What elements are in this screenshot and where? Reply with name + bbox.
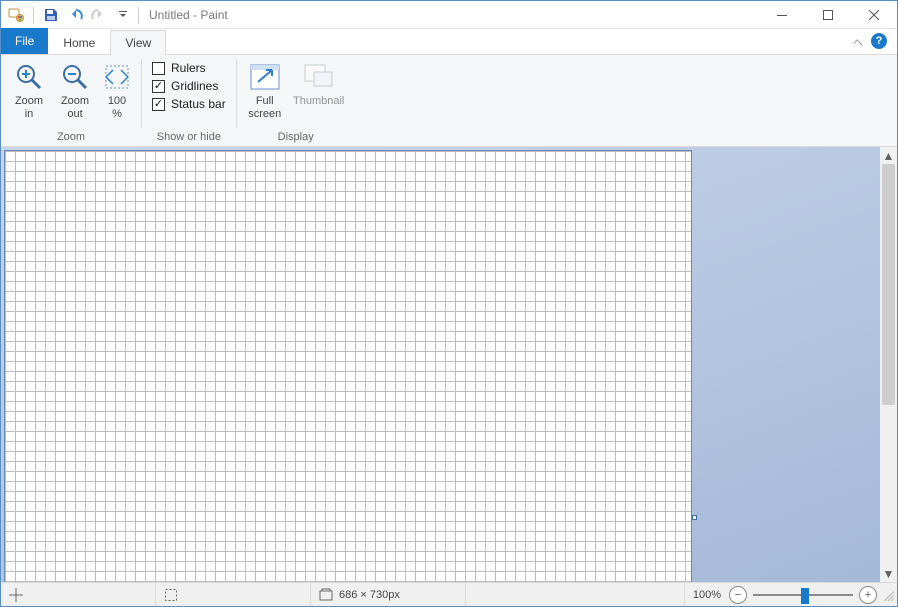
app-icon[interactable] bbox=[5, 4, 27, 26]
redo-button[interactable] bbox=[88, 4, 110, 26]
image-size-icon bbox=[319, 588, 333, 602]
close-button[interactable] bbox=[851, 1, 897, 29]
zoom-out-icon bbox=[59, 61, 91, 93]
zoom-out-status-button[interactable]: − bbox=[729, 586, 747, 604]
window-title: Untitled - Paint bbox=[149, 8, 228, 22]
maximize-button[interactable] bbox=[805, 1, 851, 29]
zoom-100-button[interactable]: 100 % bbox=[99, 59, 135, 122]
save-button[interactable] bbox=[40, 4, 62, 26]
status-selection bbox=[156, 583, 311, 606]
scroll-down-button[interactable]: ▼ bbox=[880, 565, 897, 582]
thumbnail-icon bbox=[303, 61, 335, 93]
zoom-out-label: Zoom out bbox=[61, 95, 89, 120]
scroll-up-button[interactable]: ▲ bbox=[880, 147, 897, 164]
resize-grip-icon[interactable] bbox=[881, 588, 895, 602]
zoom-slider-thumb[interactable] bbox=[801, 588, 809, 604]
scroll-thumb[interactable] bbox=[882, 164, 895, 405]
display-group: Full screen Thumbnail Display bbox=[237, 55, 355, 146]
thumbnail-button: Thumbnail bbox=[289, 59, 349, 110]
gridlines-label: Gridlines bbox=[171, 79, 218, 93]
checkbox-box: ✓ bbox=[152, 80, 165, 93]
window-controls bbox=[759, 1, 897, 29]
help-button[interactable]: ? bbox=[871, 33, 887, 49]
qat-customize-button[interactable] bbox=[112, 4, 134, 26]
full-screen-button[interactable]: Full screen bbox=[243, 59, 287, 122]
canvas[interactable] bbox=[5, 151, 691, 582]
checkbox-box: ✓ bbox=[152, 98, 165, 111]
status-size-text: 686 × 730px bbox=[339, 589, 400, 601]
canvas-viewport[interactable] bbox=[1, 147, 880, 582]
minimize-button[interactable] bbox=[759, 1, 805, 29]
zoom-in-status-button[interactable]: + bbox=[859, 586, 877, 604]
rulers-label: Rulers bbox=[171, 61, 206, 75]
gridlines-checkbox[interactable]: ✓ Gridlines bbox=[152, 79, 226, 93]
zoom-level-label: 100% bbox=[685, 589, 729, 601]
statusbar-label: Status bar bbox=[171, 97, 226, 111]
collapse-ribbon-button[interactable]: へ bbox=[853, 34, 863, 49]
status-coords bbox=[1, 583, 156, 606]
selection-size-icon bbox=[164, 588, 178, 602]
show-or-hide-group: Rulers ✓ Gridlines ✓ Status bar Show or … bbox=[142, 55, 236, 146]
status-bar: 686 × 730px 100% − + bbox=[1, 582, 897, 606]
zoom-in-label: Zoom in bbox=[15, 95, 43, 120]
vertical-scrollbar[interactable]: ▲ ▼ bbox=[880, 147, 897, 582]
zoom-100-icon bbox=[101, 61, 133, 93]
zoom-100-label: 100 % bbox=[108, 95, 126, 120]
full-screen-label: Full screen bbox=[248, 95, 281, 120]
cursor-position-icon bbox=[9, 588, 23, 602]
rulers-checkbox[interactable]: Rulers bbox=[152, 61, 226, 75]
view-tab[interactable]: View bbox=[110, 30, 166, 55]
scroll-track[interactable] bbox=[880, 164, 897, 565]
ribbon: Zoom in Zoom out 100 % Zoom bbox=[1, 55, 897, 147]
status-filesize bbox=[466, 583, 685, 606]
thumbnail-label: Thumbnail bbox=[293, 95, 344, 108]
resize-handle-right[interactable] bbox=[692, 515, 697, 520]
show-or-hide-group-label: Show or hide bbox=[157, 128, 221, 146]
checkbox-box bbox=[152, 62, 165, 75]
title-bar: Untitled - Paint bbox=[1, 1, 897, 29]
status-size: 686 × 730px bbox=[311, 583, 466, 606]
zoom-out-button[interactable]: Zoom out bbox=[53, 59, 97, 122]
file-tab[interactable]: File bbox=[1, 28, 48, 54]
workspace: ▲ ▼ bbox=[1, 147, 897, 582]
home-tab[interactable]: Home bbox=[48, 30, 110, 55]
zoom-in-button[interactable]: Zoom in bbox=[7, 59, 51, 122]
undo-button[interactable] bbox=[64, 4, 86, 26]
display-group-label: Display bbox=[278, 128, 314, 146]
zoom-in-icon bbox=[13, 61, 45, 93]
statusbar-checkbox[interactable]: ✓ Status bar bbox=[152, 97, 226, 111]
zoom-slider[interactable] bbox=[753, 586, 853, 604]
full-screen-icon bbox=[249, 61, 281, 93]
quick-access-toolbar bbox=[1, 4, 134, 26]
zoom-group: Zoom in Zoom out 100 % Zoom bbox=[1, 55, 141, 146]
zoom-group-label: Zoom bbox=[57, 128, 85, 146]
ribbon-tabs: File Home View へ ? bbox=[1, 29, 897, 55]
